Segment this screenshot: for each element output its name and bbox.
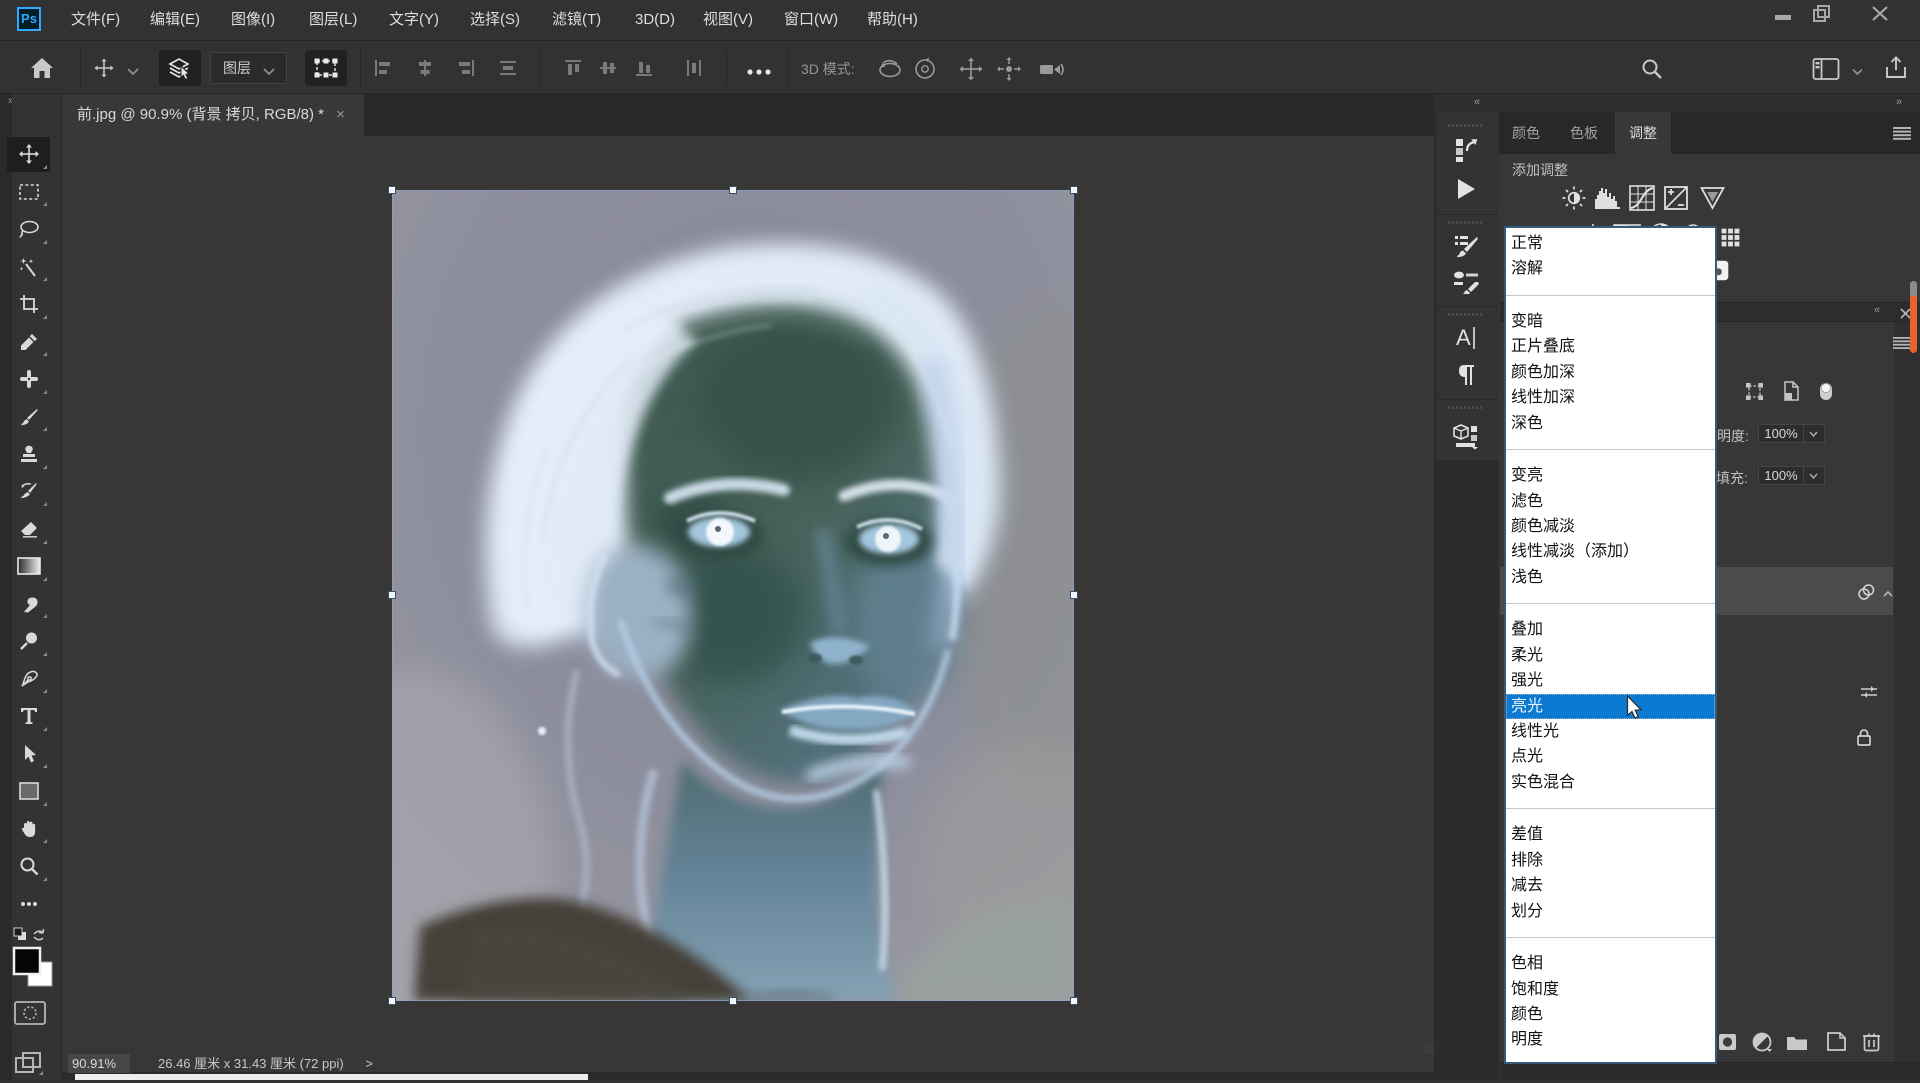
svg-text:A: A — [1456, 325, 1471, 350]
